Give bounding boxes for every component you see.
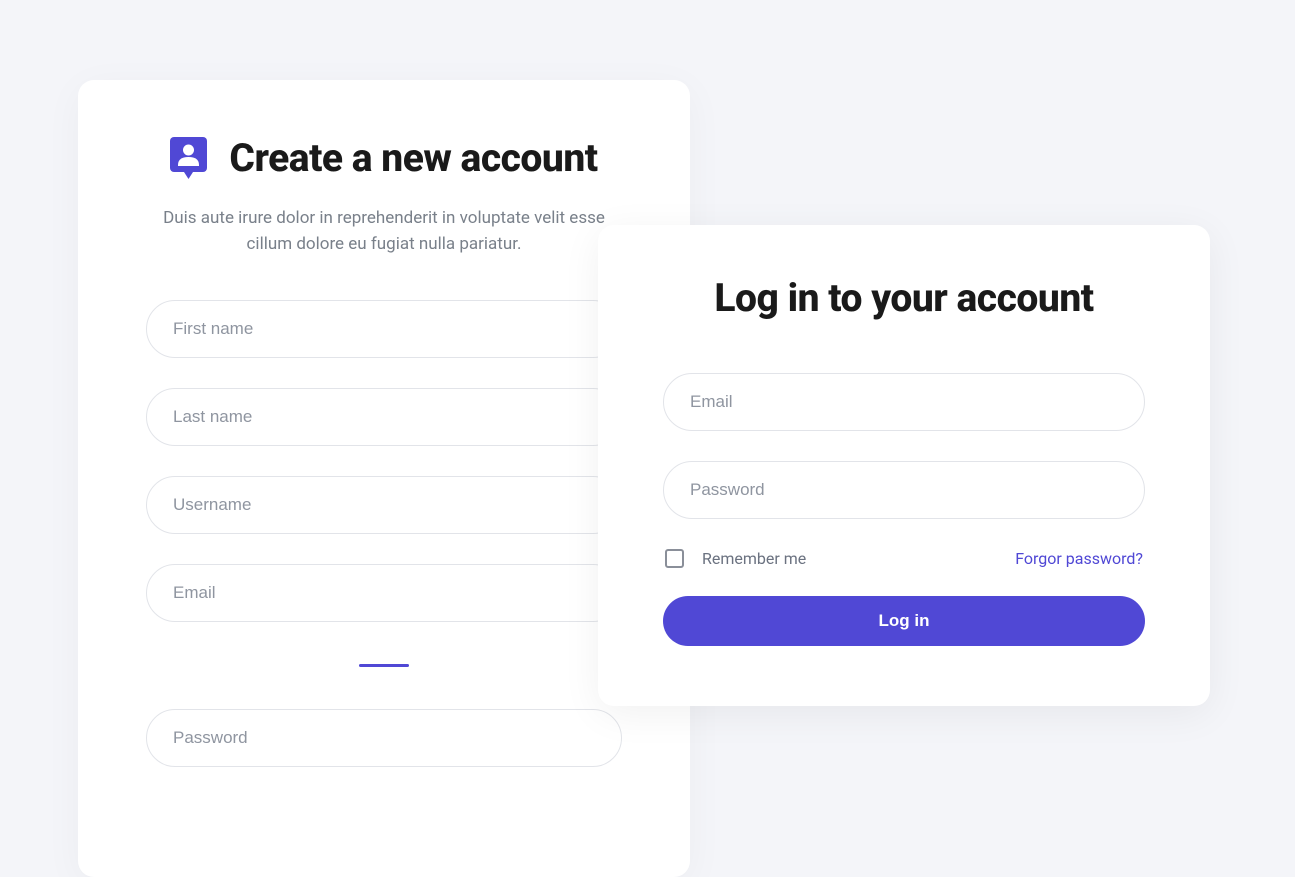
- remember-me-checkbox[interactable]: [665, 549, 684, 568]
- signup-password-field[interactable]: [146, 709, 622, 767]
- remember-me-wrap: Remember me: [665, 549, 806, 568]
- first-name-field[interactable]: [146, 300, 622, 358]
- signup-description: Duis aute irure dolor in reprehenderit i…: [159, 205, 609, 258]
- remember-me-label: Remember me: [702, 549, 806, 568]
- login-email-field[interactable]: [663, 373, 1145, 431]
- forgot-password-link[interactable]: Forgor password?: [1015, 549, 1143, 568]
- person-badge-icon: [170, 137, 207, 179]
- last-name-field[interactable]: [146, 388, 622, 446]
- login-card: Log in to your account Remember me Forgo…: [598, 225, 1210, 706]
- login-button[interactable]: Log in: [663, 596, 1145, 646]
- login-password-field[interactable]: [663, 461, 1145, 519]
- login-title: Log in to your account: [663, 275, 1145, 321]
- login-options-row: Remember me Forgor password?: [663, 549, 1145, 568]
- section-divider: [359, 664, 409, 667]
- signup-email-field[interactable]: [146, 564, 622, 622]
- username-field[interactable]: [146, 476, 622, 534]
- signup-header: Create a new account: [146, 135, 622, 181]
- signup-title: Create a new account: [229, 135, 597, 181]
